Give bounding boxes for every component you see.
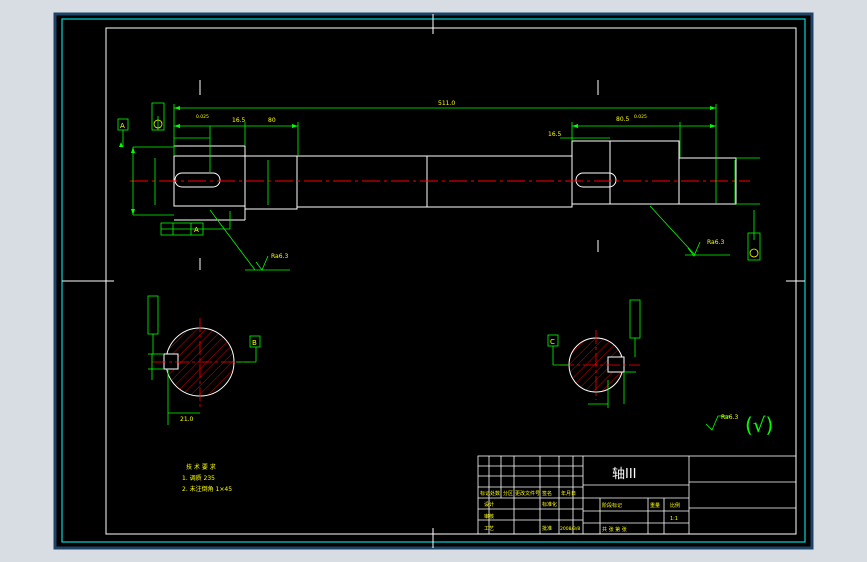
roughness-left: Ra6.3: [271, 253, 288, 260]
dim-key-width: 21.0: [180, 416, 194, 423]
dim-tolerance-right: 0.025: [634, 114, 647, 120]
general-roughness: Ra6.3: [721, 414, 738, 421]
tb-label-change: 更改文件号: [515, 490, 540, 497]
tb-scale-value: 1:1: [670, 516, 678, 522]
datum-letter-b-right: C: [550, 338, 555, 346]
tb-sheet: 共 张 第 张: [602, 526, 627, 533]
tb-label-sign: 签名: [542, 490, 552, 497]
part-name: 轴III: [612, 467, 637, 482]
dim-right-keyway: 16.5: [548, 131, 562, 138]
tb-scale: 比例: [670, 502, 680, 509]
tb-label-count: 处数: [490, 490, 500, 497]
overall-length-label: 511.0: [438, 100, 455, 107]
dim-right-len: 80.5: [616, 116, 630, 123]
general-roughness-bracket: (√): [745, 413, 773, 437]
datum-letter-c: A: [194, 226, 199, 234]
dim-tolerance-left: 0.025: [196, 114, 209, 120]
tb-label-mark: 标记: [480, 490, 490, 497]
roughness-right: Ra6.3: [707, 239, 724, 246]
tb-reviewer: 审核: [484, 513, 494, 520]
tb-stage-label: 阶段标记: [602, 502, 622, 509]
cad-drawing-canvas: 511.0 16.5 80 16.5 80.5 0.025 0.025 A A …: [53, 12, 814, 550]
tb-designer: 设计: [484, 501, 494, 508]
dim-left-keyway: 80: [268, 117, 276, 124]
tech-req-heading: 技 术 要 求: [186, 463, 216, 471]
datum-letter-b-left: B: [252, 339, 257, 347]
tb-standard: 标准化: [542, 501, 557, 508]
tb-process: 工艺: [484, 526, 494, 532]
tb-weight: 重量: [650, 502, 660, 509]
tb-label-zone: 分区: [503, 490, 513, 497]
tech-req-item-2: 2. 未注倒角 1×45: [182, 485, 232, 493]
datum-letter-a: A: [120, 122, 125, 130]
viewport-frame: [53, 12, 814, 550]
tech-req-item-1: 1. 调质 235: [182, 474, 215, 482]
tb-date: 2008/3/8: [560, 526, 580, 532]
dim-left-step: 16.5: [232, 117, 246, 124]
tb-approve: 批准: [542, 525, 552, 532]
tb-label-date: 年月日: [561, 490, 576, 497]
